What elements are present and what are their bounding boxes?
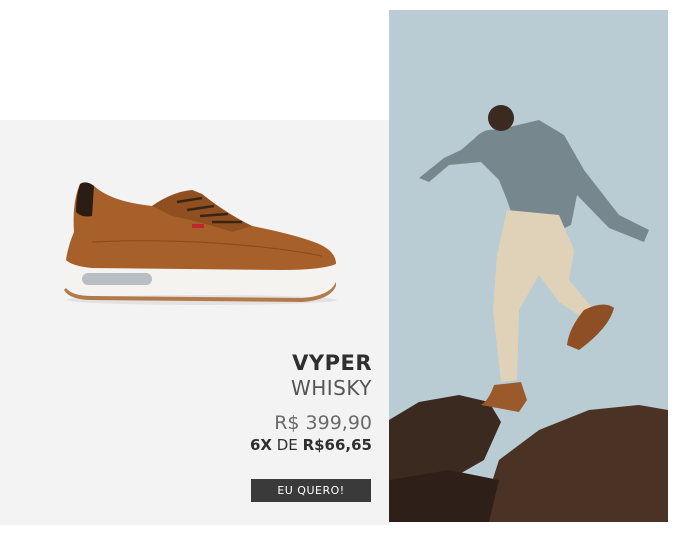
- installments-amount: R$66,65: [302, 436, 372, 454]
- shoe-air-unit: [82, 273, 152, 285]
- rock-base: [389, 470, 499, 522]
- shoe-logo-tag: [192, 224, 204, 228]
- installments-connector: DE: [276, 436, 298, 454]
- product-price: R$ 399,90: [274, 412, 372, 434]
- product-name: VYPER: [292, 351, 372, 375]
- buy-button[interactable]: EU QUERO!: [251, 479, 371, 502]
- installments-count: 6X: [249, 436, 272, 454]
- product-shoe-image[interactable]: [52, 172, 342, 307]
- product-color: WHISKY: [290, 376, 372, 400]
- person-head: [488, 105, 514, 131]
- lifestyle-photo[interactable]: [389, 10, 668, 522]
- installments: 6X DE R$66,65: [250, 436, 372, 454]
